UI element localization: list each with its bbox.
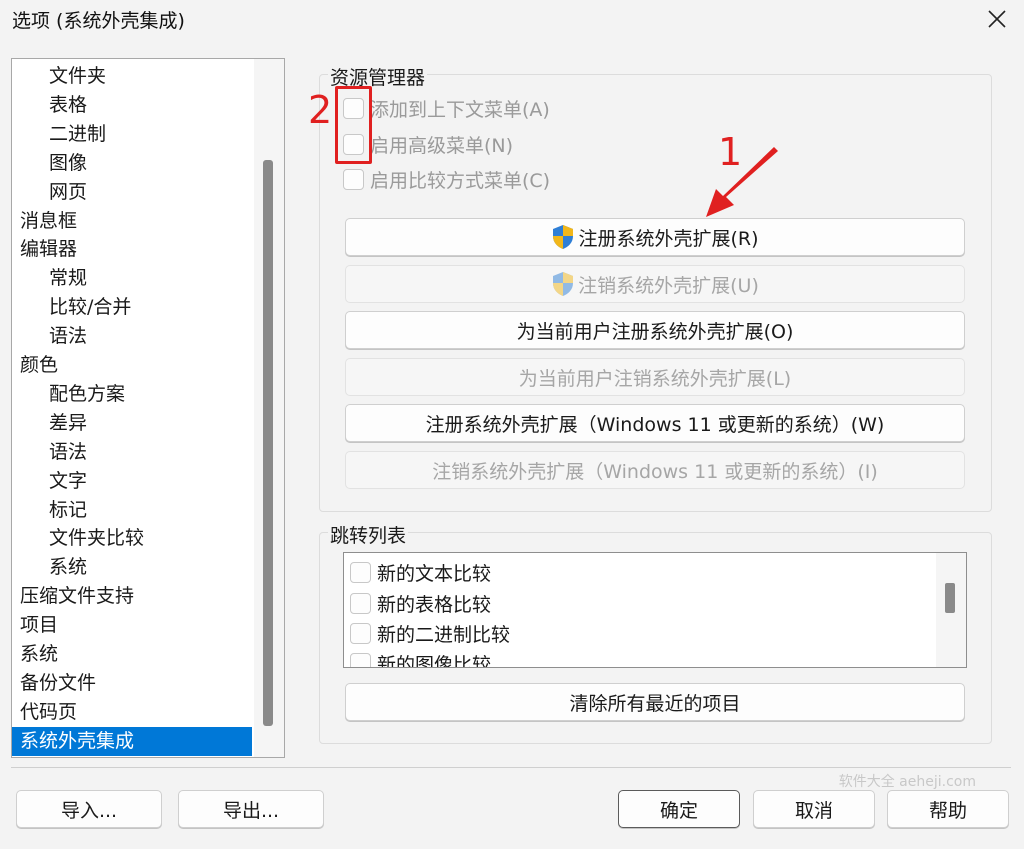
jumplist-list[interactable]: 新的文本比较 新的表格比较 新的二进制比较 新的图像比较 xyxy=(343,552,967,668)
tree-item[interactable]: 文件夹 xyxy=(12,62,106,91)
title-bar: 选项 (系统外壳集成) xyxy=(0,0,1024,38)
jumplist-group-title: 跳转列表 xyxy=(328,521,409,548)
tree-scrollbar-thumb[interactable] xyxy=(263,160,273,726)
checkbox-label: 添加到上下文菜单(A) xyxy=(370,98,550,121)
tree-item[interactable]: 文件夹比较 xyxy=(12,524,144,553)
tree-scrollbar[interactable] xyxy=(254,59,284,757)
list-item[interactable]: 新的二进制比较 xyxy=(350,620,510,646)
button-label: 取消 xyxy=(794,799,833,822)
checkbox-box[interactable] xyxy=(350,622,371,644)
tree-item[interactable]: 文字 xyxy=(12,467,87,496)
tree-item[interactable]: 常规 xyxy=(12,264,87,293)
tree-item[interactable]: 语法 xyxy=(12,322,87,351)
checkbox-compare-menu[interactable]: 启用比较方式菜单(C) xyxy=(343,166,550,192)
tree-item[interactable]: 网页 xyxy=(12,178,87,207)
list-item-label: 新的二进制比较 xyxy=(377,623,511,646)
tree-item[interactable]: 表格 xyxy=(12,91,87,120)
category-tree[interactable]: 文件夹 表格 二进制 图像 网页 消息框 编辑器 常规 比较/合并 语法 颜色 配色方案 差异 语法 文字标… xyxy=(11,58,285,758)
tree-item[interactable]: 备份文件 xyxy=(12,669,96,698)
annotation-label-2: 2 xyxy=(308,88,333,132)
button-label: 注册系统外壳扩展（Windows 11 或更新的系统）(W) xyxy=(425,413,885,436)
list-item[interactable]: 新的表格比较 xyxy=(350,590,491,616)
tree-item[interactable]: 系统 xyxy=(12,640,58,669)
list-scrollbar-thumb[interactable] xyxy=(945,583,955,613)
button-label: 清除所有最近的项目 xyxy=(569,692,741,715)
export-button[interactable]: 导出... xyxy=(178,790,324,828)
button-label: 注销系统外壳扩展（Windows 11 或更新的系统）(I) xyxy=(432,460,878,483)
tree-item[interactable]: 图像 xyxy=(12,149,87,178)
tree-item[interactable]: 差异 xyxy=(12,409,87,438)
tree-item[interactable]: 二进制 xyxy=(12,120,106,149)
list-scrollbar[interactable] xyxy=(936,553,966,667)
ok-button[interactable]: 确定 xyxy=(618,790,740,828)
footer-separator xyxy=(11,767,1011,768)
tree-item[interactable]: 消息框 xyxy=(12,207,77,236)
button-label: 注册系统外壳扩展(R) xyxy=(578,227,759,250)
list-item-label: 新的图像比较 xyxy=(377,653,492,668)
help-button[interactable]: 帮助 xyxy=(887,790,1009,828)
annotation-arrow-icon xyxy=(706,147,778,217)
tree-item[interactable]: 系统外壳集成 xyxy=(12,726,252,756)
button-label: 帮助 xyxy=(928,799,967,822)
shield-icon xyxy=(553,272,574,296)
annotation-highlight-box xyxy=(335,86,372,164)
button-label: 为当前用户注册系统外壳扩展(O) xyxy=(516,320,794,343)
shield-icon xyxy=(553,225,574,249)
tree-item[interactable]: 配色方案 xyxy=(12,380,125,409)
checkbox-context-menu[interactable]: 添加到上下文菜单(A) xyxy=(343,95,550,121)
clear-recent-button[interactable]: 清除所有最近的项目 xyxy=(345,683,965,721)
watermark: 软件大全 aeheji.com xyxy=(838,774,976,790)
button-label: 注销系统外壳扩展(U) xyxy=(578,274,759,297)
tree-item[interactable]: 压缩文件支持 xyxy=(12,582,134,611)
close-icon xyxy=(988,10,1006,28)
tree-item[interactable]: 标记 xyxy=(12,496,87,525)
button-label: 确定 xyxy=(659,799,698,822)
checkbox-box[interactable] xyxy=(350,652,371,667)
button-label: 导入... xyxy=(60,799,118,822)
tree-item[interactable]: 代码页 xyxy=(12,698,77,727)
register-win11-shell-button[interactable]: 注册系统外壳扩展（Windows 11 或更新的系统）(W) xyxy=(345,404,965,442)
list-item-label: 新的表格比较 xyxy=(377,593,492,616)
list-item-label: 新的文本比较 xyxy=(377,562,492,585)
button-label: 导出... xyxy=(222,799,280,822)
checkbox-box[interactable] xyxy=(343,168,364,190)
unregister-user-shell-button[interactable]: 为当前用户注销系统外壳扩展(L) xyxy=(345,358,965,396)
tree-item[interactable]: 项目 xyxy=(12,611,58,640)
close-button[interactable] xyxy=(980,2,1014,36)
checkbox-label: 启用比较方式菜单(C) xyxy=(370,169,551,192)
checkbox-box[interactable] xyxy=(350,561,371,583)
tree-item[interactable]: 比较/合并 xyxy=(12,293,131,322)
import-button[interactable]: 导入... xyxy=(16,790,162,828)
tree-item[interactable]: 语法 xyxy=(12,438,87,467)
unregister-shell-button[interactable]: 注销系统外壳扩展(U) xyxy=(345,265,965,303)
button-label: 为当前用户注销系统外壳扩展(L) xyxy=(518,367,792,390)
register-shell-button[interactable]: 注册系统外壳扩展(R) xyxy=(345,218,965,256)
unregister-win11-shell-button[interactable]: 注销系统外壳扩展（Windows 11 或更新的系统）(I) xyxy=(345,451,965,489)
checkbox-box[interactable] xyxy=(350,592,371,614)
register-user-shell-button[interactable]: 为当前用户注册系统外壳扩展(O) xyxy=(345,311,965,349)
list-item[interactable]: 新的文本比较 xyxy=(350,559,491,585)
tree-item[interactable]: 系统 xyxy=(12,553,87,582)
list-item[interactable]: 新的图像比较 xyxy=(350,650,492,668)
tree-item[interactable]: 颜色 xyxy=(12,351,58,380)
window-title: 选项 (系统外壳集成) xyxy=(12,10,185,32)
checkbox-label: 启用高级菜单(N) xyxy=(370,134,514,157)
tree-item[interactable]: 编辑器 xyxy=(12,235,77,264)
cancel-button[interactable]: 取消 xyxy=(753,790,875,828)
